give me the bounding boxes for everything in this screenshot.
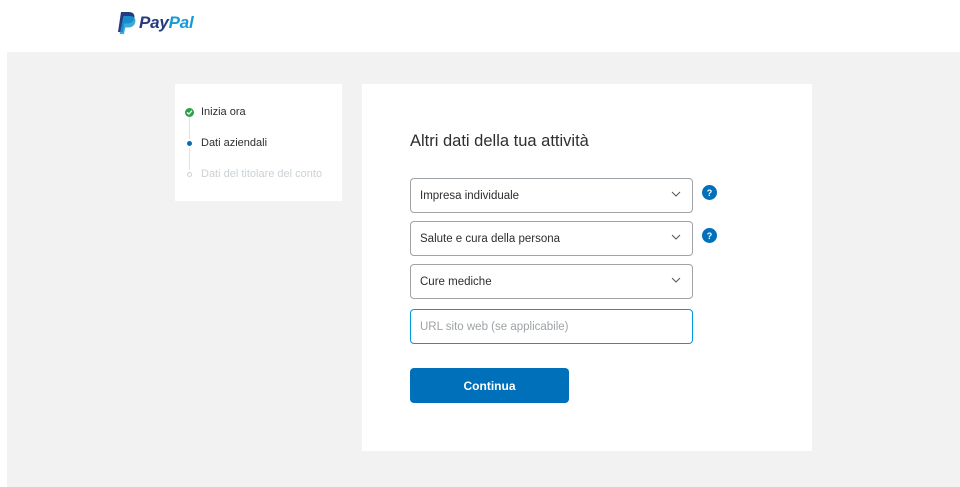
- subcategory-select[interactable]: Cure mediche: [410, 264, 693, 299]
- category-select[interactable]: Salute e cura della persona: [410, 221, 693, 256]
- form-card: Altri dati della tua attività Impresa in…: [362, 84, 812, 451]
- step-label: Dati aziendali: [201, 137, 268, 149]
- paypal-p-logo-icon: [118, 12, 136, 34]
- progress-steps: Inizia ora Dati aziendali Dati del titol…: [175, 84, 342, 201]
- chevron-down-icon: [671, 277, 681, 283]
- chevron-down-icon: [671, 191, 681, 197]
- paypal-wordmark: PayPal: [139, 13, 194, 33]
- continue-button[interactable]: Continua: [410, 368, 569, 403]
- paypal-logo[interactable]: PayPal: [116, 11, 194, 35]
- help-icon[interactable]: ?: [702, 228, 717, 243]
- header: PayPal: [0, 0, 960, 52]
- step-inizia-ora: Inizia ora: [185, 104, 246, 120]
- select-value: Cure mediche: [420, 275, 492, 288]
- business-type-select[interactable]: Impresa individuale: [410, 178, 693, 213]
- step-dati-titolare: Dati del titolare del conto: [185, 166, 322, 182]
- step-label: Dati del titolare del conto: [201, 168, 323, 180]
- chevron-down-icon: [671, 234, 681, 240]
- check-circle-icon: [185, 107, 194, 117]
- hollow-dot-icon: [185, 170, 194, 179]
- help-icon[interactable]: ?: [702, 185, 717, 200]
- dot-icon: [185, 139, 194, 148]
- select-value: Salute e cura della persona: [420, 232, 561, 245]
- wordmark-pal: Pal: [168, 13, 194, 32]
- website-url-input[interactable]: [410, 309, 693, 344]
- step-label: Inizia ora: [201, 106, 246, 118]
- page-title: Altri dati della tua attività: [410, 132, 589, 150]
- select-value: Impresa individuale: [420, 189, 520, 202]
- wordmark-pay: Pay: [139, 13, 169, 32]
- step-dati-aziendali: Dati aziendali: [185, 135, 267, 151]
